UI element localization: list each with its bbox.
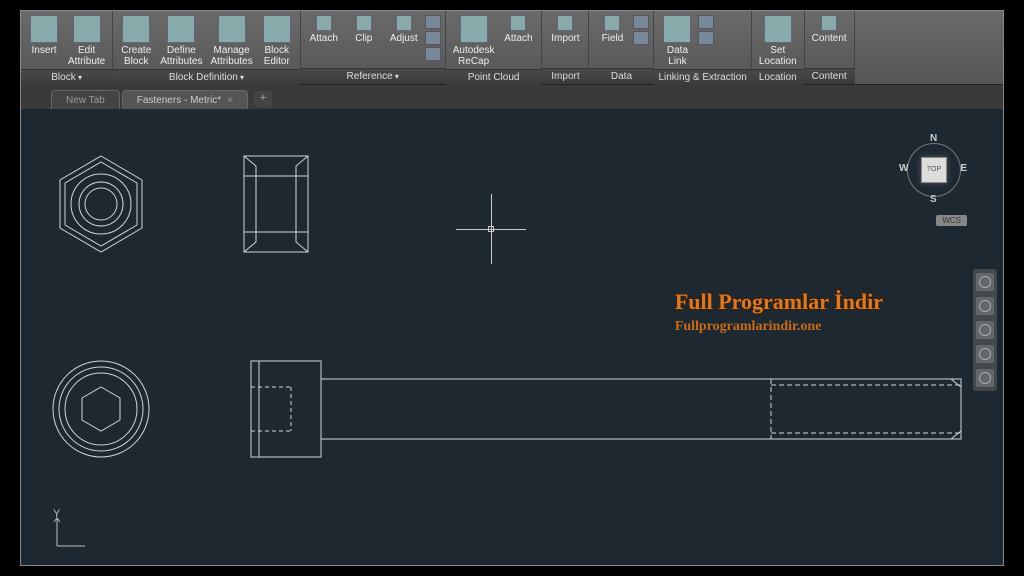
ribbon-icon: [460, 15, 488, 43]
ribbon-panel-block: Insert EditAttribute Block: [21, 11, 113, 84]
ribbon-icon: [604, 15, 620, 31]
ucs-icon[interactable]: Y: [51, 512, 91, 555]
ribbon-icon: [30, 15, 58, 43]
ribbon-small-icon[interactable]: [425, 47, 441, 61]
ribbon-panel-title[interactable]: Location: [752, 69, 804, 85]
ribbon-btn-label: BlockEditor: [264, 45, 290, 67]
ribbon-btn-edit-attribute[interactable]: EditAttribute: [65, 13, 108, 69]
ribbon-icon: [218, 15, 246, 43]
ribbon-btn-block-editor[interactable]: BlockEditor: [258, 13, 296, 69]
drawing-canvas[interactable]: TOP N S E W WCS Full Programlar İndir Fu…: [21, 109, 1003, 565]
ribbon-panel-title[interactable]: Data: [589, 68, 653, 84]
viewcube-north[interactable]: N: [930, 133, 937, 144]
watermark: Full Programlar İndir Fullprogramlarindi…: [675, 289, 883, 335]
ribbon-panel-linking-extraction: DataLink Linking & Extraction: [654, 11, 751, 84]
ribbon-btn-import[interactable]: Import: [546, 13, 584, 46]
ribbon-btn-clip[interactable]: Clip: [345, 13, 383, 46]
ribbon-btn-label: Clip: [355, 33, 372, 44]
ribbon-icon: [821, 15, 837, 31]
ribbon-btn-label: DataLink: [667, 45, 688, 67]
viewcube-east[interactable]: E: [960, 163, 967, 174]
ribbon-btn-attach[interactable]: Attach: [499, 13, 537, 46]
ribbon-icon: [263, 15, 291, 43]
ribbon-btn-label: CreateBlock: [121, 45, 151, 67]
ribbon-icon: [396, 15, 412, 31]
ribbon-panel-data: Field Data: [589, 11, 654, 84]
ribbon-small-icon[interactable]: [425, 15, 441, 29]
ribbon-panel-title[interactable]: Content: [805, 68, 854, 84]
cad-drawing: [21, 109, 1001, 569]
ribbon-btn-create-block[interactable]: CreateBlock: [117, 13, 155, 69]
tab-fasteners[interactable]: Fasteners - Metric*×: [122, 90, 248, 109]
ribbon-btn-adjust[interactable]: Adjust: [385, 13, 423, 46]
viewcube-west[interactable]: W: [899, 163, 908, 174]
ribbon-btn-label: Import: [551, 33, 579, 44]
ribbon-panel-reference: Attach Clip Adjust Reference: [301, 11, 446, 84]
ribbon-small-icon[interactable]: [698, 15, 714, 29]
ribbon-btn-label: EditAttribute: [68, 45, 105, 67]
ribbon-icon: [73, 15, 101, 43]
ribbon-btn-label: Field: [602, 33, 624, 44]
ribbon-small-icon[interactable]: [698, 31, 714, 45]
ribbon-panel-title[interactable]: Linking & Extraction: [654, 69, 750, 85]
viewcube-south[interactable]: S: [930, 194, 937, 205]
ribbon-icon: [510, 15, 526, 31]
ribbon-btn-field[interactable]: Field: [593, 13, 631, 46]
ribbon-btn-label: AutodeskReCap: [453, 45, 495, 67]
ribbon-btn-label: Insert: [31, 45, 56, 56]
ribbon-btn-label: SetLocation: [759, 45, 797, 67]
ribbon-btn-label: Attach: [504, 33, 532, 44]
ribbon-panel-title[interactable]: Import: [542, 68, 588, 84]
tab-new[interactable]: New Tab: [51, 90, 120, 109]
ribbon-btn-label: DefineAttributes: [160, 45, 202, 67]
ribbon-btn-attach[interactable]: Attach: [305, 13, 343, 46]
watermark-title: Full Programlar İndir: [675, 289, 883, 315]
navigation-bar: [973, 269, 997, 391]
ribbon-small-icon[interactable]: [425, 31, 441, 45]
ribbon-btn-manage-attributes[interactable]: ManageAttributes: [208, 13, 256, 69]
ribbon-panel-location: SetLocation Location: [752, 11, 805, 84]
ribbon-small-icon[interactable]: [633, 15, 649, 29]
ribbon-icon: [167, 15, 195, 43]
ribbon-icon: [356, 15, 372, 31]
nav-orbit-button[interactable]: [976, 345, 994, 363]
ribbon-panel-block-definition: CreateBlock DefineAttributes ManageAttribu…: [113, 11, 301, 84]
ribbon-icon: [557, 15, 573, 31]
ribbon-btn-autodesk-recap[interactable]: AutodeskReCap: [450, 13, 498, 69]
ribbon-btn-label: Attach: [310, 33, 338, 44]
nav-showmotion-button[interactable]: [976, 369, 994, 387]
ribbon-panel-title[interactable]: Block: [21, 69, 112, 85]
nav-pan-button[interactable]: [976, 297, 994, 315]
ribbon-btn-label: Adjust: [390, 33, 418, 44]
nav-zoom-button[interactable]: [976, 321, 994, 339]
ribbon-btn-data-link[interactable]: DataLink: [658, 13, 696, 69]
view-cube[interactable]: TOP N S E W: [893, 129, 973, 209]
ribbon-panel-content: Content Content: [805, 11, 855, 84]
ribbon: Insert EditAttribute Block CreateBlock Defin…: [21, 11, 1003, 85]
ribbon-btn-label: ManageAttributes: [211, 45, 253, 67]
wcs-button[interactable]: WCS: [936, 215, 967, 226]
viewcube-top-face[interactable]: TOP: [921, 157, 947, 183]
ribbon-icon: [122, 15, 150, 43]
add-tab-button[interactable]: +: [254, 91, 272, 107]
ribbon-panel-point-cloud: AutodeskReCap Attach Point Cloud: [446, 11, 543, 84]
nav-wheel-button[interactable]: [976, 273, 994, 291]
ribbon-panel-title[interactable]: Reference: [301, 68, 445, 84]
ribbon-icon: [764, 15, 792, 43]
close-icon[interactable]: ×: [227, 95, 233, 106]
ribbon-btn-set-location[interactable]: SetLocation: [756, 13, 800, 69]
ribbon-panel-title[interactable]: Point Cloud: [446, 69, 542, 85]
ribbon-panel-import: Import Import: [542, 11, 589, 84]
ribbon-small-icon[interactable]: [633, 31, 649, 45]
ribbon-btn-content[interactable]: Content: [809, 13, 850, 46]
ribbon-btn-label: Content: [812, 33, 847, 44]
ribbon-btn-insert[interactable]: Insert: [25, 13, 63, 58]
watermark-url: Fullprogramlarindir.one: [675, 319, 883, 335]
file-tab-bar: New Tab Fasteners - Metric*× +: [21, 85, 1003, 109]
ribbon-btn-define-attributes[interactable]: DefineAttributes: [157, 13, 205, 69]
ribbon-panel-title[interactable]: Block Definition: [113, 69, 300, 85]
ribbon-icon: [663, 15, 691, 43]
ribbon-icon: [316, 15, 332, 31]
